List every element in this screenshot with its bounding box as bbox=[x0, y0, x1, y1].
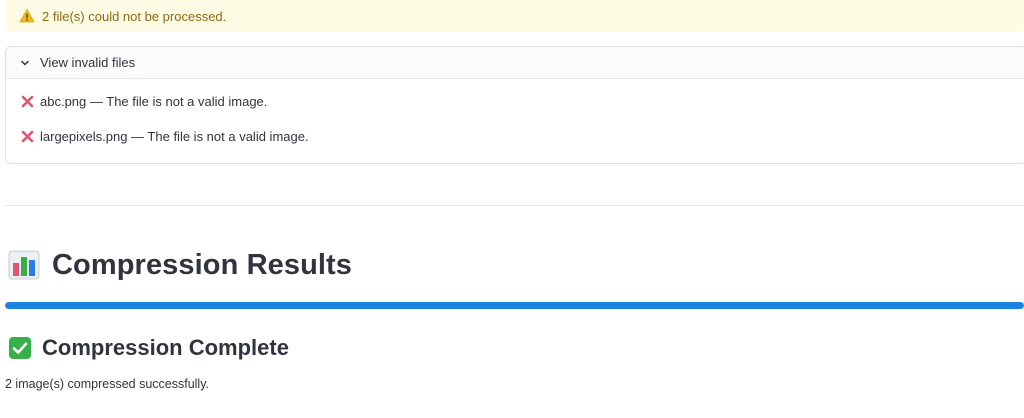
expander-toggle[interactable]: View invalid files bbox=[6, 47, 1024, 79]
app-page: 2 file(s) could not be processed. View i… bbox=[0, 0, 1024, 418]
invalid-files-expander: View invalid files abc.png — The file is… bbox=[5, 46, 1024, 164]
bar-chart-icon bbox=[8, 249, 40, 281]
expander-label: View invalid files bbox=[40, 55, 136, 70]
invalid-file-text: largepixels.png — The file is not a vali… bbox=[40, 128, 309, 144]
summary-text: 2 image(s) compressed successfully. bbox=[5, 377, 210, 391]
cross-mark-icon bbox=[20, 129, 34, 143]
progress-bar bbox=[5, 302, 1024, 309]
progress-fill bbox=[5, 302, 1024, 309]
warning-triangle-icon bbox=[18, 7, 36, 25]
complete-heading: Compression Complete bbox=[8, 333, 289, 363]
check-mark-icon bbox=[8, 336, 32, 360]
results-title: Compression Results bbox=[52, 248, 353, 281]
invalid-file-item: abc.png — The file is not a valid image. bbox=[20, 91, 1012, 111]
invalid-file-text: abc.png — The file is not a valid image. bbox=[40, 93, 268, 109]
expander-content: abc.png — The file is not a valid image.… bbox=[6, 79, 1024, 158]
section-divider bbox=[5, 205, 1024, 206]
complete-title: Compression Complete bbox=[42, 335, 289, 360]
cross-mark-icon bbox=[20, 94, 34, 108]
chevron-down-icon bbox=[18, 56, 32, 70]
invalid-file-item: largepixels.png — The file is not a vali… bbox=[20, 126, 1012, 146]
warning-text: 2 file(s) could not be processed. bbox=[42, 8, 227, 24]
warning-alert: 2 file(s) could not be processed. bbox=[6, 0, 1024, 32]
results-heading: Compression Results bbox=[8, 244, 352, 286]
